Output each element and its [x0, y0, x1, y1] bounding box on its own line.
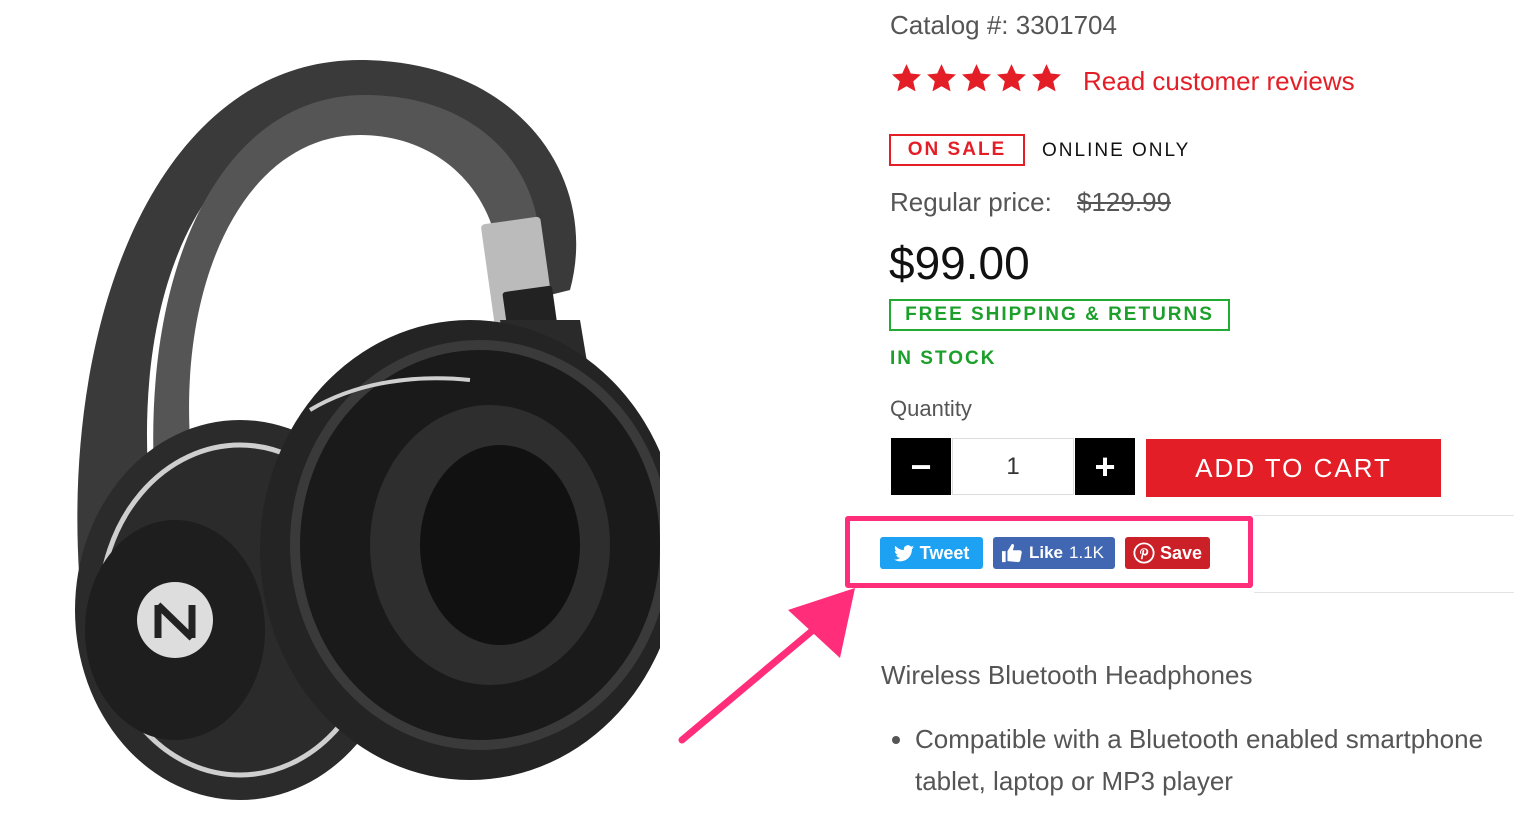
on-sale-badge: ON SALE	[889, 134, 1025, 166]
quantity-label: Quantity	[890, 396, 972, 421]
read-reviews-link[interactable]: Read customer reviews	[1083, 66, 1355, 97]
description-title: Wireless Bluetooth Headphones	[881, 660, 1253, 690]
regular-price-label: Regular price:	[890, 187, 1052, 217]
quantity-decrease-button[interactable]: −	[891, 438, 951, 495]
stock-status: IN STOCK	[890, 348, 997, 369]
quantity-input[interactable]	[952, 438, 1074, 495]
star-icon	[962, 64, 991, 92]
free-shipping-badge: FREE SHIPPING & RETURNS	[889, 299, 1230, 331]
quantity-increase-button[interactable]: +	[1075, 438, 1135, 495]
regular-price: $129.99	[1077, 187, 1171, 217]
list-item: Compatible with a Bluetooth enabled smar…	[915, 718, 1513, 802]
catalog-number: Catalog #: 3301704	[890, 10, 1117, 40]
product-image	[75, 60, 660, 800]
divider	[1254, 592, 1514, 593]
star-icon	[997, 64, 1026, 92]
sale-price: $99.00	[889, 237, 1030, 289]
brand-logo	[137, 582, 213, 658]
online-only-label: ONLINE ONLY	[1042, 140, 1191, 161]
star-icon	[1032, 64, 1061, 92]
divider	[1254, 515, 1514, 516]
annotation-arrow	[678, 588, 855, 744]
star-icon	[892, 64, 921, 92]
description-list: Compatible with a Bluetooth enabled smar…	[883, 718, 1513, 802]
add-to-cart-button[interactable]: ADD TO CART	[1146, 439, 1441, 497]
annotation-highlight-box	[845, 516, 1253, 588]
star-icon	[927, 64, 956, 92]
star-rating	[890, 62, 1063, 95]
